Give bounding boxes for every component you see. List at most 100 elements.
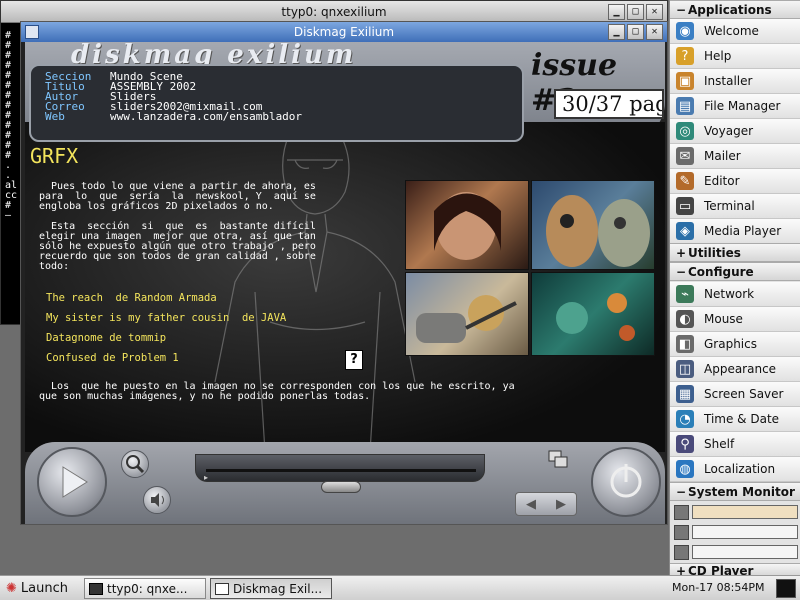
link-datagnome[interactable]: Datagnome de tommip (46, 332, 166, 344)
config-item-label: Network (704, 287, 755, 301)
config-item-label: Appearance (704, 362, 777, 376)
terminal-icon (89, 582, 103, 595)
config-item-3[interactable]: ◫ Appearance (670, 357, 800, 382)
minimize-button[interactable]: ▁ (608, 24, 625, 40)
app-item-label: Help (704, 49, 732, 63)
window-switch-icon[interactable] (547, 449, 569, 471)
app-item-icon: ✎ (676, 172, 694, 190)
config-item-icon: ▦ (676, 385, 694, 403)
gallery-image-woman[interactable] (405, 180, 529, 270)
task-diskmag[interactable]: Diskmag Exil... (210, 578, 332, 599)
utilities-header[interactable]: + Utilities (670, 243, 800, 262)
play-icon (62, 466, 88, 498)
next-page-button[interactable]: ▶ (556, 497, 566, 512)
page-counter: 30/37 pag (554, 89, 664, 119)
maximize-button[interactable]: □ (627, 24, 644, 40)
terminal-titlebar[interactable]: ttyp0: qnxexilium ▁ □ ✕ (1, 1, 667, 23)
app-item-icon: ◎ (676, 122, 694, 140)
cursor-help-icon: ? (345, 350, 363, 370)
app-item-4[interactable]: ◎ Voyager (670, 119, 800, 144)
search-icon (126, 455, 145, 474)
diskmag-window[interactable]: Diskmag Exilium ▁ □ ✕ diskmag exilium is… (20, 21, 668, 525)
app-item-6[interactable]: ✎ Editor (670, 169, 800, 194)
gallery-image-machine[interactable] (405, 272, 529, 356)
config-item-label: Mouse (704, 312, 743, 326)
app-item-label: Welcome (704, 24, 759, 38)
app-item-label: File Manager (704, 99, 781, 113)
diskmag-titlebar[interactable]: Diskmag Exilium ▁ □ ✕ (21, 22, 667, 42)
config-item-1[interactable]: ◐ Mouse (670, 307, 800, 332)
config-item-icon: ⚲ (676, 435, 694, 453)
app-item-0[interactable]: ◉ Welcome (670, 19, 800, 44)
config-item-icon: ⌁ (676, 285, 694, 303)
power-icon (610, 464, 642, 498)
article-area: GRFX Pues todo lo que viene a partir de … (25, 122, 665, 452)
terminal-title: ttyp0: qnxexilium (281, 4, 387, 19)
paragraph-selection: Esta sección si que es bastante difícil … (39, 221, 316, 272)
config-item-4[interactable]: ▦ Screen Saver (670, 382, 800, 407)
search-button[interactable] (121, 450, 149, 478)
link-confused[interactable]: Confused de Problem 1 (46, 352, 179, 364)
config-item-5[interactable]: ◔ Time & Date (670, 407, 800, 432)
minimize-button[interactable]: ▁ (608, 4, 625, 20)
window-icon (215, 582, 229, 595)
app-item-label: Mailer (704, 149, 741, 163)
terminal-output: # # # # # # # # # # # # # . . al cc # – (5, 30, 18, 221)
paragraph-note: Los que he puesto en la imagen no se cor… (39, 381, 515, 402)
app-item-label: Editor (704, 174, 740, 188)
gallery-image-faces[interactable] (531, 180, 655, 270)
config-item-icon: ◔ (676, 410, 694, 428)
window-icon (25, 25, 39, 39)
shelf-panel: − Applications ◉ Welcome ? Help ▣ Installer ▤ Fi… (669, 0, 800, 578)
speaker-icon (151, 493, 164, 507)
close-button[interactable]: ✕ (646, 4, 663, 20)
player-controls: ▸ ◀ ▶ (25, 442, 665, 524)
app-item-icon: ◉ (676, 22, 694, 40)
app-item-icon: ▭ (676, 197, 694, 215)
config-item-label: Localization (704, 462, 776, 476)
link-the-reach[interactable]: The reach de Random Armada (46, 292, 217, 304)
app-item-label: Media Player (704, 224, 782, 238)
tray-icon[interactable] (776, 579, 796, 598)
app-item-8[interactable]: ◈ Media Player (670, 219, 800, 244)
app-item-5[interactable]: ✉ Mailer (670, 144, 800, 169)
config-item-0[interactable]: ⌁ Network (670, 282, 800, 307)
close-button[interactable]: ✕ (646, 24, 663, 40)
play-button[interactable] (37, 447, 107, 517)
system-monitor-header[interactable]: − System Monitor (670, 482, 800, 501)
app-item-icon: ▤ (676, 97, 694, 115)
app-item-7[interactable]: ▭ Terminal (670, 194, 800, 219)
app-item-2[interactable]: ▣ Installer (670, 69, 800, 94)
background-figure (214, 124, 416, 452)
progress-slider[interactable]: ▸ (195, 454, 485, 493)
config-item-icon: ◐ (676, 310, 694, 328)
maximize-button[interactable]: □ (627, 4, 644, 20)
config-item-7[interactable]: ◍ Localization (670, 457, 800, 482)
slider-knob[interactable] (321, 481, 361, 493)
section-heading: GRFX (30, 144, 79, 168)
config-item-6[interactable]: ⚲ Shelf (670, 432, 800, 457)
applications-header[interactable]: − Applications (670, 0, 800, 19)
paragraph-intro: Pues todo lo que viene a partir de ahora… (39, 181, 316, 212)
config-item-2[interactable]: ◧ Graphics (670, 332, 800, 357)
page-navigation: ◀ ▶ (515, 492, 577, 516)
app-item-label: Terminal (704, 199, 755, 213)
app-item-1[interactable]: ? Help (670, 44, 800, 69)
link-my-sister[interactable]: My sister is my father cousin de JAVA (46, 312, 286, 324)
sound-button[interactable] (143, 486, 171, 514)
launch-icon: ✺ (6, 581, 17, 596)
launch-button[interactable]: ✺ Launch (2, 578, 78, 599)
configure-header[interactable]: − Configure (670, 262, 800, 281)
taskbar: ✺ Launch ttyp0: qnxe... Diskmag Exil... … (0, 575, 800, 600)
app-item-3[interactable]: ▤ File Manager (670, 94, 800, 119)
config-item-icon: ◫ (676, 360, 694, 378)
cpu-monitor (674, 504, 798, 520)
app-item-icon: ✉ (676, 147, 694, 165)
task-terminal[interactable]: ttyp0: qnxe... (84, 578, 206, 599)
gallery-image-creatures[interactable] (531, 272, 655, 356)
config-item-label: Screen Saver (704, 387, 784, 401)
app-item-icon: ▣ (676, 72, 694, 90)
prev-page-button[interactable]: ◀ (526, 497, 536, 512)
clock: Mon-17 08:54PM (672, 581, 765, 594)
power-button[interactable] (591, 447, 661, 517)
